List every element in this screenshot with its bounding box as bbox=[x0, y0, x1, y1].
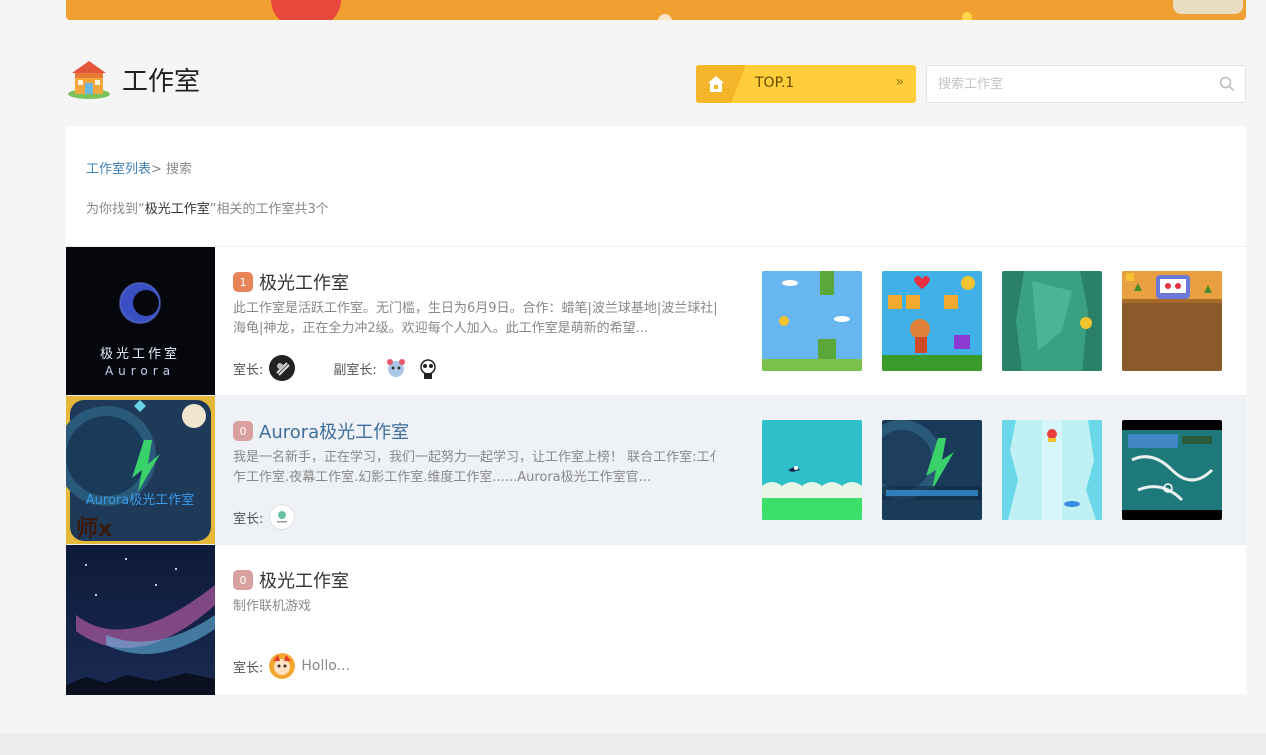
result-suffix: ”相关的工作室共3个 bbox=[209, 202, 329, 217]
footer-band bbox=[0, 733, 1266, 755]
breadcrumb-separator: > bbox=[151, 162, 167, 177]
home-icon bbox=[707, 75, 725, 93]
studio-row[interactable]: 0 极光工作室 制作联机游戏 室长: Hollo... bbox=[66, 544, 1246, 695]
game-thumbnail[interactable] bbox=[882, 420, 982, 520]
game-thumbnail[interactable] bbox=[762, 420, 862, 520]
game-thumbnail[interactable] bbox=[1122, 420, 1222, 520]
game-thumbnail[interactable] bbox=[762, 271, 862, 371]
page-title: 工作室 bbox=[122, 66, 201, 97]
studio-description: 制作联机游戏 bbox=[233, 599, 312, 614]
game-thumbnail[interactable] bbox=[1002, 271, 1102, 371]
breadcrumb: 工作室列表> 搜索 bbox=[86, 158, 192, 177]
game-thumbnail[interactable] bbox=[1122, 271, 1222, 371]
search-result-summary: 为你找到“极光工作室”相关的工作室共3个 bbox=[86, 198, 329, 217]
studio-owners: 室长: Hollo... bbox=[233, 653, 350, 679]
search-box bbox=[926, 65, 1246, 103]
studio-games bbox=[762, 420, 1222, 520]
cover-subtext: 师x bbox=[76, 516, 112, 542]
studio-cover[interactable]: 极光工作室 Aurora bbox=[66, 247, 215, 396]
cover-text: Aurora极光工作室 bbox=[86, 492, 194, 508]
breadcrumb-current: 搜索 bbox=[166, 162, 193, 177]
search-icon[interactable] bbox=[1219, 76, 1235, 92]
studio-list-panel: 工作室列表> 搜索 为你找到“极光工作室”相关的工作室共3个 极光工作室 Aur… bbox=[66, 126, 1246, 695]
banner-decoration bbox=[1173, 0, 1243, 14]
search-input[interactable] bbox=[927, 66, 1207, 102]
owner-avatar[interactable] bbox=[269, 355, 296, 381]
game-thumbnail[interactable] bbox=[1002, 420, 1102, 520]
double-chevron-right-icon: » bbox=[895, 74, 904, 90]
banner-decoration bbox=[658, 14, 672, 20]
owner-label: 室长: bbox=[233, 660, 264, 676]
page-header: 工作室 bbox=[66, 58, 200, 100]
owner-avatar[interactable] bbox=[269, 653, 296, 679]
studio-name[interactable]: 0 Aurora极光工作室 bbox=[233, 418, 409, 444]
vice-owner-label: 副室长: bbox=[333, 362, 377, 378]
studio-owners: 室长: bbox=[233, 504, 296, 530]
vice-owner-avatar[interactable] bbox=[414, 355, 441, 381]
level-badge-icon: 0 bbox=[233, 421, 253, 441]
level-badge-icon: 1 bbox=[233, 272, 253, 292]
owner-name[interactable]: Hollo... bbox=[301, 658, 350, 674]
result-keyword: 极光工作室 bbox=[144, 202, 210, 217]
game-thumbnail[interactable] bbox=[882, 271, 982, 371]
studio-cover[interactable] bbox=[66, 545, 215, 695]
top-ranking-button[interactable]: TOP.1 » bbox=[696, 65, 916, 103]
studio-description: 我是一名新手，正在学习，我们一起努力一起学习，让工作室上榜！ 联合工作室:工亻乍… bbox=[233, 450, 723, 485]
cover-text: 极光工作室 bbox=[100, 346, 180, 362]
studio-name-text: 极光工作室 bbox=[259, 571, 349, 592]
result-prefix: 为你找到“ bbox=[86, 202, 145, 217]
banner-decoration bbox=[962, 12, 972, 20]
owner-avatar[interactable] bbox=[269, 504, 296, 530]
studio-name[interactable]: 0 极光工作室 bbox=[233, 567, 349, 593]
studio-owners: 室长: 副室长: bbox=[233, 355, 441, 381]
top-banner[interactable] bbox=[66, 0, 1246, 20]
breadcrumb-link-studio-list[interactable]: 工作室列表 bbox=[86, 162, 151, 177]
owner-label: 室长: bbox=[233, 362, 264, 378]
cover-subtext: Aurora bbox=[105, 364, 175, 378]
top-button-label: TOP.1 bbox=[755, 75, 795, 91]
studio-name[interactable]: 1 极光工作室 bbox=[233, 269, 349, 295]
level-badge-icon: 0 bbox=[233, 570, 253, 590]
studio-house-icon bbox=[66, 58, 112, 100]
banner-decoration bbox=[271, 0, 341, 20]
owner-label: 室长: bbox=[233, 511, 264, 527]
studio-description: 此工作室是活跃工作室。无门槛，生日为6月9日。合作：蜡笔|波兰球基地|波兰球社|… bbox=[233, 301, 718, 336]
studio-cover[interactable]: Aurora极光工作室 师x bbox=[66, 396, 215, 545]
studio-row[interactable]: 极光工作室 Aurora 1 极光工作室 此工作室是活跃工作室。无门槛，生日为6… bbox=[66, 246, 1246, 396]
studio-row[interactable]: Aurora极光工作室 师x 0 Aurora极光工作室 我是一名新手，正在学习… bbox=[66, 395, 1246, 545]
studio-name-text: 极光工作室 bbox=[259, 273, 349, 294]
vice-owner-avatar[interactable] bbox=[382, 355, 409, 381]
studio-name-text: Aurora极光工作室 bbox=[259, 422, 410, 443]
studio-games bbox=[762, 271, 1222, 371]
vice-owners: 副室长: bbox=[333, 355, 441, 381]
